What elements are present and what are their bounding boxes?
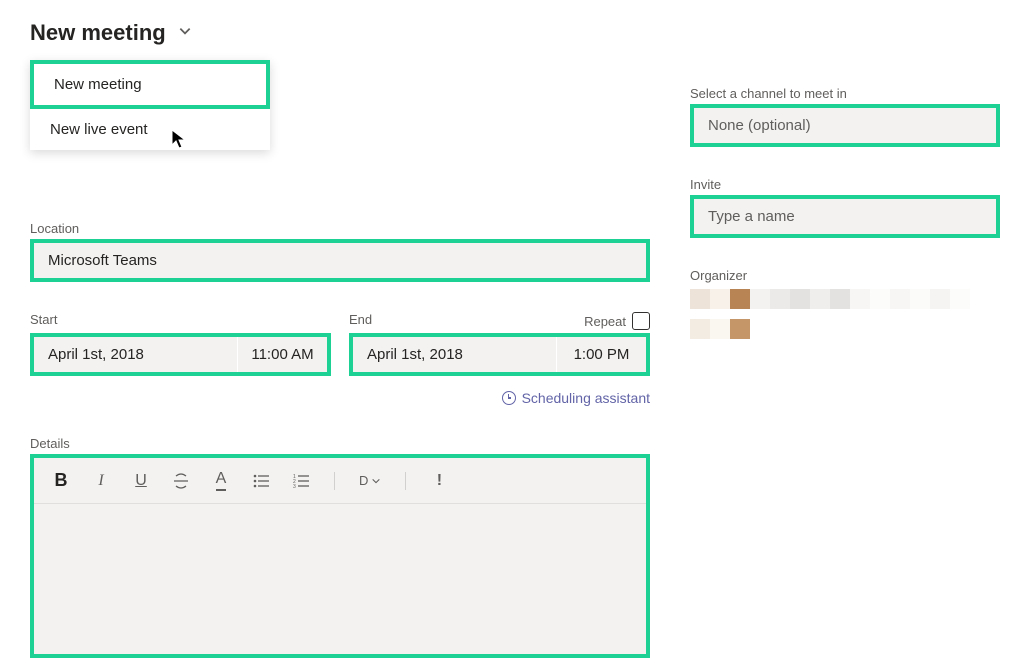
organizer-redacted — [690, 289, 1000, 349]
repeat-label: Repeat — [584, 314, 626, 329]
invite-block: Invite — [690, 177, 1000, 238]
bullet-list-button[interactable] — [252, 474, 270, 488]
organizer-block: Organizer — [690, 268, 1000, 349]
start-block: Start April 1st, 2018 11:00 AM — [30, 312, 331, 376]
start-highlight: April 1st, 2018 11:00 AM — [30, 333, 331, 376]
end-highlight: April 1st, 2018 1:00 PM — [349, 333, 650, 376]
clock-icon — [502, 391, 516, 405]
numbered-list-button[interactable]: 123 — [292, 474, 310, 488]
details-highlight: B I U A 123 — [30, 454, 650, 658]
start-time[interactable]: 11:00 AM — [237, 337, 327, 372]
italic-button[interactable]: I — [92, 472, 110, 490]
strikethrough-button[interactable] — [172, 473, 190, 489]
scheduling-assistant-link[interactable]: Scheduling assistant — [30, 390, 650, 406]
start-datetime[interactable]: April 1st, 2018 11:00 AM — [34, 337, 327, 372]
end-time[interactable]: 1:00 PM — [556, 337, 646, 372]
repeat-toggle[interactable]: Repeat — [584, 312, 650, 330]
dropdown-item-label: New meeting — [54, 76, 142, 93]
invite-highlight — [690, 195, 1000, 238]
toolbar-separator — [334, 472, 335, 490]
end-block: End Repeat April 1st, 2018 1:00 PM — [349, 312, 650, 376]
toolbar-separator — [405, 472, 406, 490]
dropdown-item-new-live-event[interactable]: New live event — [30, 109, 270, 150]
rich-text-editor: B I U A 123 — [34, 458, 646, 654]
details-label: Details — [30, 436, 650, 451]
invite-label: Invite — [690, 177, 1000, 192]
details-block: Details B I U A — [30, 436, 650, 658]
location-label: Location — [30, 221, 650, 236]
scheduling-assistant-label: Scheduling assistant — [522, 390, 650, 406]
channel-label: Select a channel to meet in — [690, 86, 1000, 101]
dropdown-item-new-meeting[interactable]: New meeting — [30, 60, 270, 109]
end-datetime[interactable]: April 1st, 2018 1:00 PM — [353, 337, 646, 372]
channel-highlight — [690, 104, 1000, 147]
title-field-wrap — [30, 156, 650, 191]
editor-toolbar: B I U A 123 — [34, 458, 646, 504]
repeat-checkbox[interactable] — [632, 312, 650, 330]
datetime-row: Start April 1st, 2018 11:00 AM End Repea… — [30, 312, 650, 376]
page-title-row: New meeting — [30, 20, 994, 46]
end-label: End — [349, 312, 372, 327]
start-date[interactable]: April 1st, 2018 — [34, 337, 237, 372]
page-title: New meeting — [30, 20, 166, 46]
underline-button[interactable]: U — [132, 472, 150, 490]
location-highlight — [30, 239, 650, 282]
dropdown-item-label: New live event — [50, 121, 148, 138]
start-label: Start — [30, 312, 57, 327]
importance-button[interactable]: ! — [430, 472, 448, 490]
location-block: Location — [30, 221, 650, 282]
font-color-button[interactable]: A — [212, 470, 230, 491]
location-input[interactable] — [34, 243, 646, 278]
channel-block: Select a channel to meet in — [690, 86, 1000, 147]
new-meeting-dropdown: New meeting New live event — [30, 60, 270, 150]
bold-button[interactable]: B — [52, 470, 70, 491]
chevron-down-icon[interactable] — [178, 24, 192, 43]
channel-input[interactable] — [694, 108, 996, 143]
invite-input[interactable] — [694, 199, 996, 234]
editor-body[interactable] — [34, 504, 646, 654]
svg-text:3: 3 — [293, 484, 296, 488]
right-column: Select a channel to meet in Invite Organ… — [690, 56, 1000, 658]
paragraph-style-button[interactable]: D — [359, 473, 381, 488]
organizer-label: Organizer — [690, 268, 1000, 283]
end-date[interactable]: April 1st, 2018 — [353, 337, 556, 372]
